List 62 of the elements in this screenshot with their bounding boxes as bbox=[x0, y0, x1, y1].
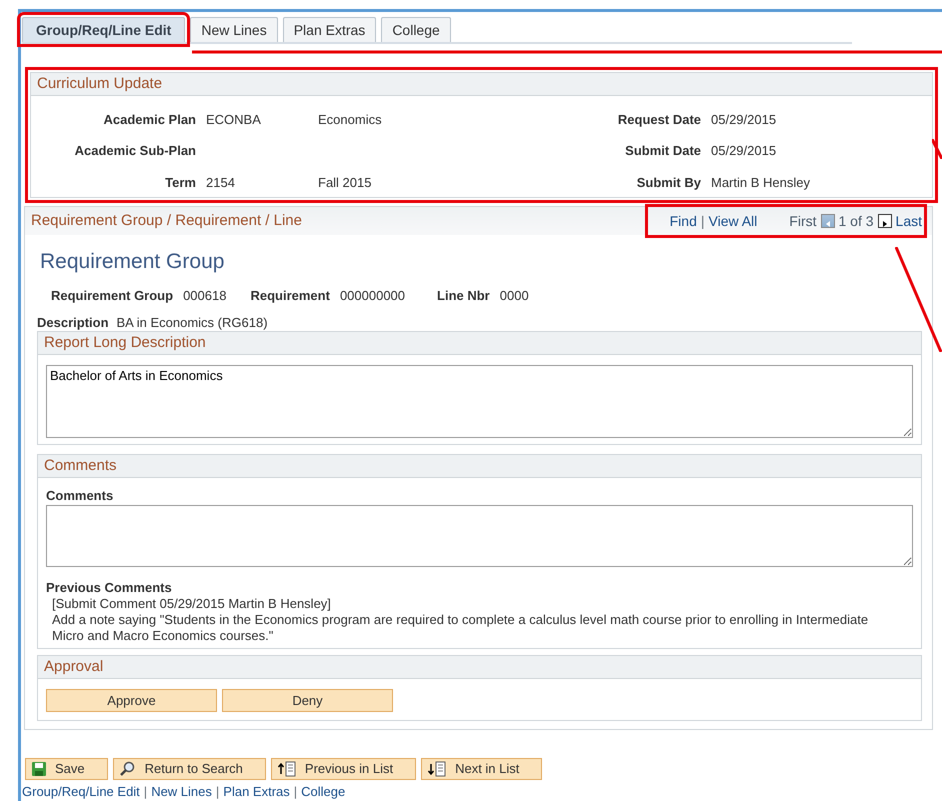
field-label: Line Nbr bbox=[437, 288, 490, 304]
field-value: Fall 2015 bbox=[318, 174, 372, 191]
footer-link[interactable]: Group/Req/Line Edit bbox=[22, 784, 140, 800]
save-icon bbox=[31, 761, 47, 778]
field-label: Academic Sub-Plan bbox=[74, 143, 196, 159]
panel-header: Report Long Description bbox=[38, 332, 921, 355]
section-heading: Requirement Group bbox=[40, 249, 226, 275]
comment-area[interactable] bbox=[46, 505, 913, 568]
previous-icon[interactable] bbox=[820, 214, 834, 228]
footer-link[interactable]: Plan Extras bbox=[223, 784, 290, 800]
field-value: 2154 bbox=[206, 174, 236, 191]
field-label: Comments bbox=[46, 488, 114, 504]
footer-link[interactable]: New Lines bbox=[151, 784, 212, 800]
tab[interactable]: Plan Extras bbox=[282, 17, 376, 42]
panel-header: Comments bbox=[38, 454, 921, 478]
field-label: Requirement Group bbox=[51, 288, 174, 304]
field-value: Martin B Hensley bbox=[711, 174, 811, 191]
field-value: 000618 bbox=[183, 288, 226, 304]
separator: | bbox=[294, 784, 298, 800]
field-label: Academic Plan bbox=[102, 112, 196, 128]
field-label: Description bbox=[37, 315, 109, 331]
leader-line bbox=[932, 139, 942, 159]
field-value: 05/29/2015 bbox=[711, 143, 778, 159]
field-label: Requirement bbox=[250, 288, 330, 304]
footer-link[interactable]: College bbox=[301, 784, 346, 800]
field-value: BA in Economics (RG618) bbox=[116, 315, 268, 331]
next-in-list-button[interactable]: Next in List bbox=[421, 758, 542, 780]
tab[interactable]: New Lines bbox=[190, 17, 278, 42]
tab[interactable]: College bbox=[381, 17, 451, 42]
last-link[interactable]: Last bbox=[896, 212, 922, 230]
panel-header: Curriculum Update bbox=[31, 72, 932, 96]
separator: | bbox=[216, 784, 220, 800]
field-label: Submit By bbox=[636, 174, 701, 191]
field-value: 0000 bbox=[500, 288, 529, 304]
return-to-search-button[interactable]: Return to Search bbox=[112, 758, 266, 780]
deny-button[interactable]: Deny bbox=[222, 688, 393, 712]
field-label: Previous Comments bbox=[46, 580, 173, 596]
field-label: Term bbox=[164, 174, 196, 191]
separator: | bbox=[700, 212, 704, 230]
down-arrow-list-icon bbox=[427, 761, 448, 778]
approve-button[interactable]: Approve bbox=[46, 688, 217, 712]
field-value: 000000000 bbox=[340, 288, 406, 304]
field-value: ECONBA bbox=[206, 112, 262, 128]
field-value: 05/29/2015 bbox=[711, 112, 778, 128]
panel-header: Requirement Group / Requirement / Line bbox=[31, 212, 302, 230]
next-icon[interactable] bbox=[878, 214, 892, 228]
comment-header: [Submit Comment 05/29/2015 Martin B Hensley] bbox=[52, 596, 332, 612]
previous-in-list-button[interactable]: Previous in List bbox=[270, 758, 416, 780]
find-link[interactable]: Find bbox=[670, 212, 697, 230]
up-arrow-list-icon bbox=[276, 761, 297, 778]
view-all-link[interactable]: View All bbox=[708, 212, 758, 230]
field-label: Submit Date bbox=[624, 143, 701, 159]
field-label: Request Date bbox=[616, 112, 701, 128]
save-button[interactable]: Save bbox=[25, 758, 108, 780]
panel-header: Approval bbox=[38, 656, 921, 679]
text-area[interactable]: Bachelor of Arts in Economics bbox=[46, 364, 913, 438]
search-icon bbox=[118, 761, 137, 778]
first-label: First bbox=[789, 212, 816, 230]
comment-text: Add a note saying "Students in the Economics program are required to complete a calculus level math course prior to enrolling in Intermediate Micro and Macro Economics courses." bbox=[52, 612, 870, 644]
field-value: Economics bbox=[318, 112, 383, 128]
page-position: 1 of 3 bbox=[838, 212, 874, 230]
separator: | bbox=[144, 784, 148, 800]
